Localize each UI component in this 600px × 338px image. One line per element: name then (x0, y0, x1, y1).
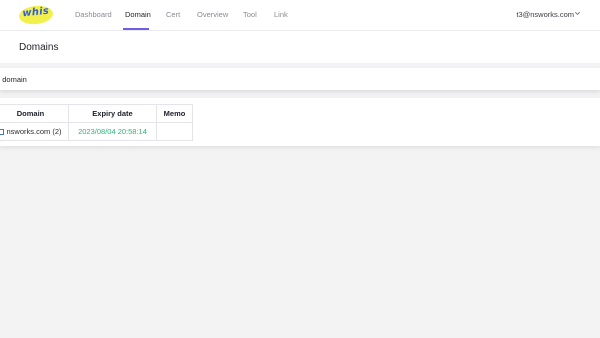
user-menu-email[interactable]: t3@nsworks.com (516, 10, 574, 19)
domain-icon (0, 129, 5, 135)
nav-item-dashboard[interactable]: Dashboard (75, 10, 112, 19)
page-header: Domains (0, 31, 600, 63)
nav-item-cert[interactable]: Cert (166, 10, 180, 19)
logo-text: whis (21, 5, 50, 20)
domain-table-panel: Domain Expiry date Memo nsworks.com (2) … (0, 98, 600, 146)
chevron-down-icon[interactable] (574, 10, 581, 17)
column-header-memo[interactable]: Memo (156, 104, 193, 123)
nav-item-domain[interactable]: Domain (125, 10, 151, 19)
page-title: Domains (19, 42, 59, 53)
domain-cell[interactable]: nsworks.com (2) (0, 122, 69, 141)
memo-cell[interactable] (156, 122, 193, 141)
table-header-row: Domain Expiry date Memo (0, 104, 193, 123)
top-navigation-bar: whis Dashboard Domain Cert Overview Tool… (0, 0, 600, 31)
nav-item-link[interactable]: Link (274, 10, 288, 19)
expiry-date-cell: 2023/08/04 20:58:14 (68, 122, 157, 141)
active-tab-indicator (123, 28, 149, 30)
column-header-domain[interactable]: Domain (0, 104, 69, 123)
nav-item-overview[interactable]: Overview (197, 10, 228, 19)
add-domain-button[interactable]: d domain (0, 75, 27, 84)
column-header-expiry-date[interactable]: Expiry date (68, 104, 157, 123)
domain-name[interactable]: nsworks.com (2) (6, 127, 61, 136)
app-logo[interactable]: whis (18, 4, 54, 26)
nav-item-tool[interactable]: Tool (243, 10, 257, 19)
table-row[interactable]: nsworks.com (2) 2023/08/04 20:58:14 (0, 122, 193, 141)
domain-table: Domain Expiry date Memo nsworks.com (2) … (0, 104, 193, 141)
add-domain-bar[interactable]: d domain (0, 68, 600, 90)
